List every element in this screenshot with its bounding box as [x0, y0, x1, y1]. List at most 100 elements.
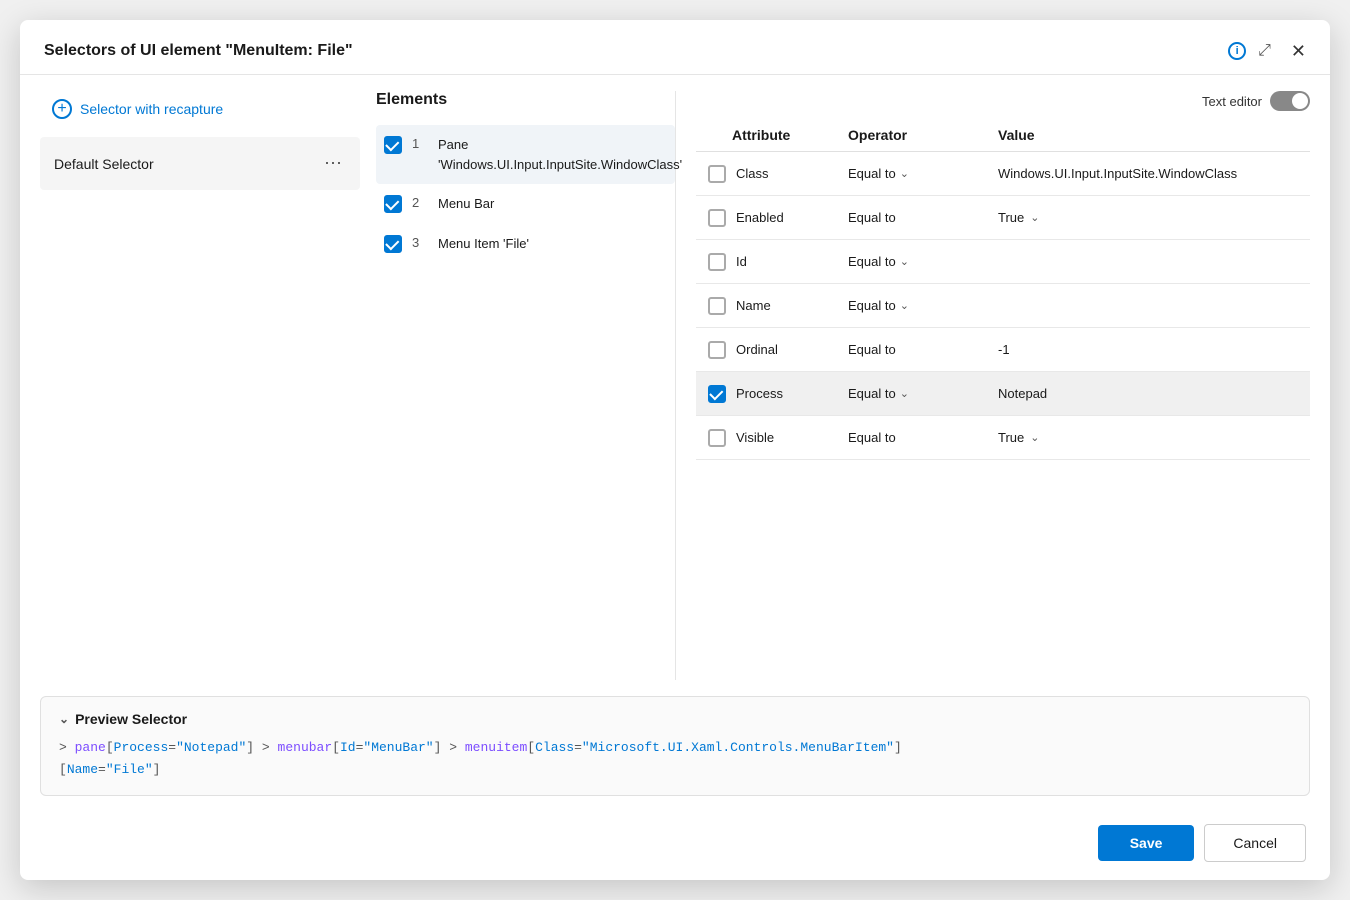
- attribute-row[interactable]: Id Equal to ⌄: [696, 240, 1310, 284]
- attr-checkbox-6[interactable]: [708, 429, 726, 447]
- code-name: Name: [67, 762, 98, 777]
- code-gt3: >: [449, 740, 457, 755]
- value-text: True: [998, 210, 1024, 225]
- operator-value: Equal to: [848, 342, 896, 357]
- element-item[interactable]: 3 Menu Item 'File': [376, 224, 675, 264]
- element-number: 3: [412, 234, 428, 250]
- operator-select[interactable]: Equal to ⌄: [848, 386, 974, 401]
- attr-name: Visible: [736, 430, 774, 445]
- attr-name-cell: Enabled: [696, 196, 836, 240]
- preview-header[interactable]: ⌄ Preview Selector: [59, 711, 1291, 727]
- attr-name: Ordinal: [736, 342, 778, 357]
- attr-checkbox-2[interactable]: [708, 253, 726, 271]
- plus-circle-icon: +: [52, 99, 72, 119]
- attr-checkbox-4[interactable]: [708, 341, 726, 359]
- text-editor-toggle[interactable]: [1270, 91, 1310, 111]
- attr-value-cell: Notepad: [986, 372, 1310, 416]
- attr-name-cell: Class: [696, 152, 836, 196]
- middle-panel: Elements 1 Pane 'Windows.UI.Input.InputS…: [376, 91, 676, 680]
- value-with-dropdown[interactable]: True⌄: [998, 210, 1298, 225]
- attr-value-cell: -1: [986, 328, 1310, 372]
- attribute-row[interactable]: Process Equal to ⌄ Notepad: [696, 372, 1310, 416]
- operator-column-header: Operator: [836, 119, 986, 152]
- attr-value-cell: Windows.UI.Input.InputSite.WindowClass: [986, 152, 1310, 196]
- add-selector-label: Selector with recapture: [80, 101, 223, 117]
- selector-item[interactable]: Default Selector ⋯: [40, 141, 360, 186]
- operator-select[interactable]: Equal to ⌄: [848, 254, 974, 269]
- attr-operator-cell: Equal to: [836, 328, 986, 372]
- attribute-row[interactable]: Class Equal to ⌄ Windows.UI.Input.InputS…: [696, 152, 1310, 196]
- attr-name-cell: Name: [696, 284, 836, 328]
- attr-checkbox-1[interactable]: [708, 209, 726, 227]
- elements-header: Elements: [376, 91, 675, 113]
- code-gt2: >: [262, 740, 270, 755]
- cancel-button[interactable]: Cancel: [1204, 824, 1306, 862]
- value-with-dropdown[interactable]: True⌄: [998, 430, 1298, 445]
- element-number: 1: [412, 135, 428, 151]
- element-label: Pane 'Windows.UI.Input.InputSite.WindowC…: [438, 135, 682, 174]
- attr-name: Name: [736, 298, 771, 313]
- element-item[interactable]: 1 Pane 'Windows.UI.Input.InputSite.Windo…: [376, 125, 675, 184]
- attr-value-cell: [986, 240, 1310, 284]
- code-bracket1: [: [106, 740, 114, 755]
- more-options-icon[interactable]: ⋯: [320, 151, 346, 176]
- preview-title: Preview Selector: [75, 711, 187, 727]
- code-bracket7: [: [59, 762, 67, 777]
- code-id: Id: [340, 740, 356, 755]
- selector-item-label: Default Selector: [54, 156, 154, 172]
- value-text: True: [998, 430, 1024, 445]
- info-icon[interactable]: i: [1228, 42, 1246, 60]
- elements-list: 1 Pane 'Windows.UI.Input.InputSite.Windo…: [376, 125, 675, 263]
- right-panel: Text editor Attribute Operator: [676, 91, 1310, 680]
- element-checkbox-2[interactable]: [384, 235, 402, 253]
- attr-name-cell: Id: [696, 240, 836, 284]
- attribute-row[interactable]: Enabled Equal to True⌄: [696, 196, 1310, 240]
- attribute-column-header: Attribute: [696, 119, 836, 152]
- save-button[interactable]: Save: [1098, 825, 1195, 861]
- code-menubar: menubar: [278, 740, 333, 755]
- toggle-knob: [1292, 93, 1308, 109]
- attribute-row[interactable]: Name Equal to ⌄: [696, 284, 1310, 328]
- code-class-val: "Microsoft.UI.Xaml.Controls.MenuBarItem": [582, 740, 894, 755]
- add-selector-button[interactable]: + Selector with recapture: [40, 91, 360, 127]
- code-class: Class: [535, 740, 574, 755]
- attr-name: Id: [736, 254, 747, 269]
- operator-select[interactable]: Equal to ⌄: [848, 166, 974, 181]
- expand-icon[interactable]: ⤢: [1254, 38, 1275, 64]
- element-checkbox-0[interactable]: [384, 136, 402, 154]
- element-item[interactable]: 2 Menu Bar: [376, 184, 675, 224]
- code-eq3: =: [574, 740, 582, 755]
- code-menuitem: menuitem: [465, 740, 527, 755]
- code-eq4: =: [98, 762, 106, 777]
- operator-value: Equal to: [848, 430, 896, 445]
- attr-operator-cell: Equal to ⌄: [836, 284, 986, 328]
- attribute-row[interactable]: Ordinal Equal to -1: [696, 328, 1310, 372]
- text-editor-label: Text editor: [1202, 94, 1262, 109]
- value-text: Notepad: [998, 386, 1047, 401]
- right-header: Text editor: [696, 91, 1310, 111]
- attr-operator-cell: Equal to ⌄: [836, 152, 986, 196]
- operator-chevron: ⌄: [900, 167, 909, 180]
- close-icon[interactable]: ✕: [1287, 38, 1310, 64]
- attr-value-cell: True⌄: [986, 196, 1310, 240]
- code-bracket8: ]: [153, 762, 161, 777]
- attr-checkbox-0[interactable]: [708, 165, 726, 183]
- operator-select[interactable]: Equal to ⌄: [848, 298, 974, 313]
- dialog-container: Selectors of UI element "MenuItem: File"…: [20, 20, 1330, 880]
- attr-value-cell: [986, 284, 1310, 328]
- attribute-row[interactable]: Visible Equal to True⌄: [696, 416, 1310, 460]
- attr-operator-cell: Equal to: [836, 416, 986, 460]
- operator-value: Equal to: [848, 254, 896, 269]
- operator-chevron: ⌄: [900, 387, 909, 400]
- value-text: -1: [998, 342, 1010, 357]
- code-eq1: =: [168, 740, 176, 755]
- operator-value: Equal to: [848, 386, 896, 401]
- attr-checkbox-3[interactable]: [708, 297, 726, 315]
- element-checkbox-1[interactable]: [384, 195, 402, 213]
- attr-operator-cell: Equal to ⌄: [836, 372, 986, 416]
- operator-chevron: ⌄: [900, 299, 909, 312]
- element-number: 2: [412, 194, 428, 210]
- code-gt: >: [59, 740, 67, 755]
- attr-name-cell: Ordinal: [696, 328, 836, 372]
- attr-checkbox-5[interactable]: [708, 385, 726, 403]
